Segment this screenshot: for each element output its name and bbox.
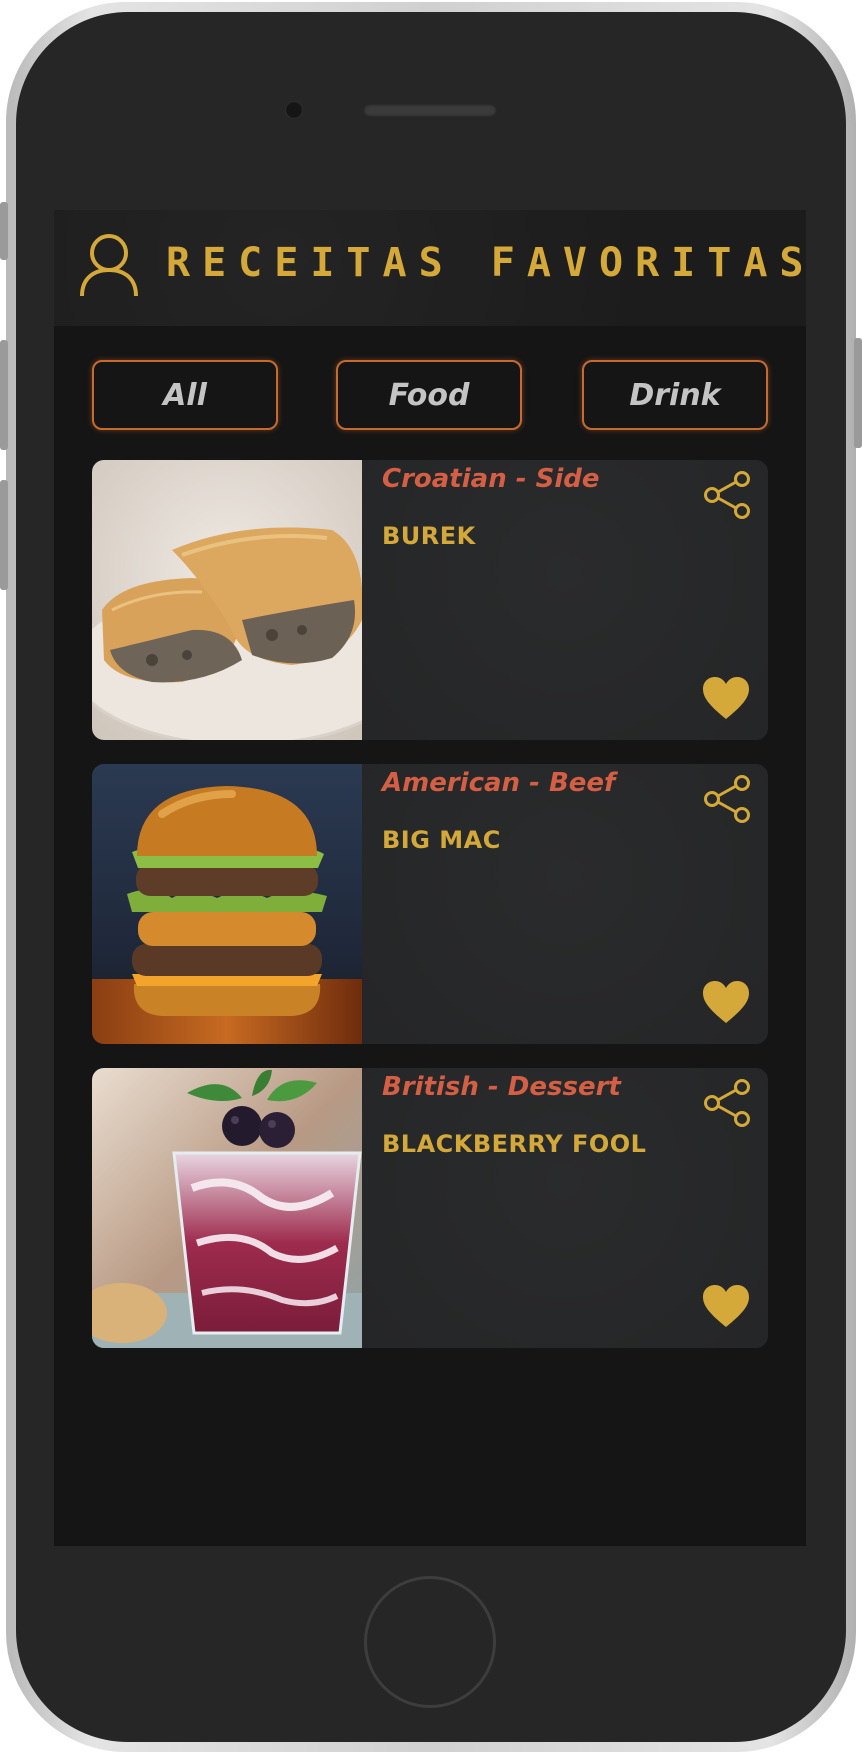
earpiece-speaker [363, 104, 497, 117]
power-button [854, 338, 862, 448]
page-title: RECEITAS FAVORITAS [166, 240, 806, 286]
recipe-name[interactable]: BIG MAC [382, 826, 501, 854]
recipe-category: American - Beef [382, 768, 616, 798]
heart-icon[interactable] [702, 1284, 750, 1328]
big-mac-image[interactable] [92, 764, 362, 1044]
volume-up-button [0, 340, 8, 450]
recipe-card[interactable]: British - Dessert BLACKBERRY FOOL [92, 1068, 768, 1348]
recipe-card[interactable]: American - Beef BIG MAC [92, 764, 768, 1044]
filter-all-button[interactable]: All [92, 360, 278, 430]
share-icon[interactable] [702, 774, 752, 824]
burek-image[interactable] [92, 460, 362, 740]
heart-icon[interactable] [702, 676, 750, 720]
filter-drink-button[interactable]: Drink [582, 360, 768, 430]
share-icon[interactable] [702, 470, 752, 520]
heart-icon[interactable] [702, 980, 750, 1024]
share-icon[interactable] [702, 1078, 752, 1128]
app-header: RECEITAS FAVORITAS [54, 210, 806, 326]
blackberry-fool-image[interactable] [92, 1068, 362, 1348]
recipe-name[interactable]: BUREK [382, 522, 476, 550]
app-screen: RECEITAS FAVORITAS All Food Drink Croati… [54, 210, 806, 1546]
filter-bar: All Food Drink [92, 360, 768, 430]
filter-food-button[interactable]: Food [336, 360, 522, 430]
front-camera [285, 101, 303, 119]
volume-down-button [0, 480, 8, 590]
silent-switch [0, 202, 8, 260]
home-button[interactable] [364, 1576, 496, 1708]
profile-icon[interactable] [78, 232, 140, 298]
recipe-category: British - Dessert [382, 1072, 621, 1102]
recipe-card[interactable]: Croatian - Side BUREK [92, 460, 768, 740]
recipe-name[interactable]: BLACKBERRY FOOL [382, 1130, 646, 1158]
recipe-category: Croatian - Side [382, 464, 600, 494]
